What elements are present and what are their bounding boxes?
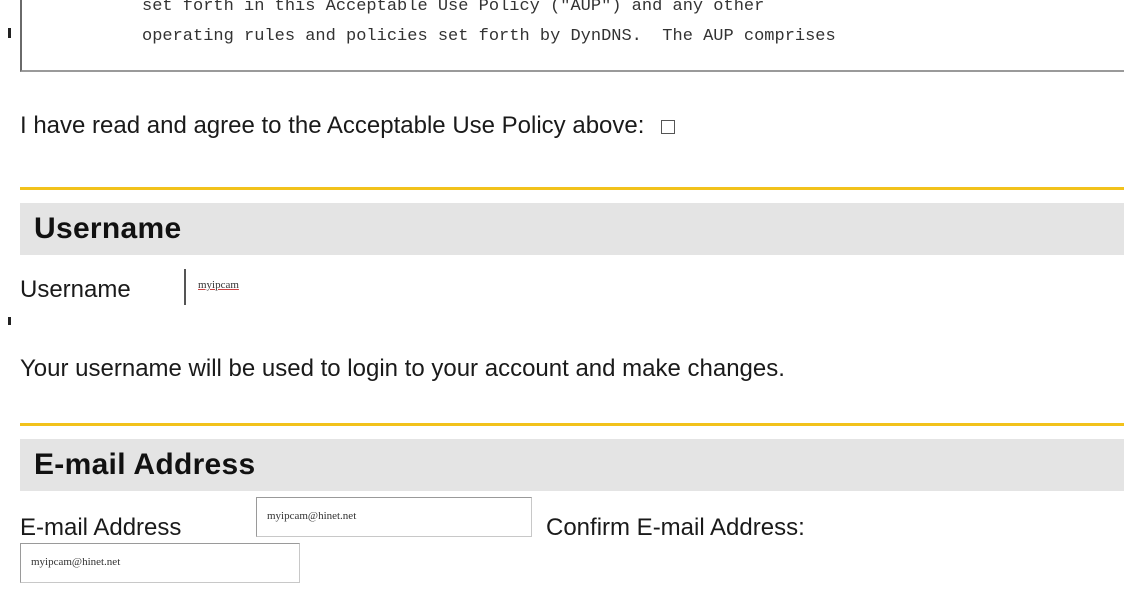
- policy-line-1: set forth in this Acceptable Use Policy …: [142, 0, 765, 16]
- page-edge-mark: [8, 28, 11, 38]
- confirm-email-value: myipcam@hinet.net: [31, 556, 121, 568]
- username-help-text: Your username will be used to login to y…: [20, 355, 785, 382]
- username-input[interactable]: myipcam: [184, 269, 468, 305]
- agree-row: I have read and agree to the Acceptable …: [20, 110, 676, 142]
- email-label: E-mail Address: [20, 514, 182, 541]
- section-divider-username: [20, 187, 1124, 190]
- section-header-username: Username: [20, 203, 1124, 255]
- email-value: myipcam@hinet.net: [267, 510, 357, 522]
- section-header-email: E-mail Address: [20, 439, 1124, 491]
- username-value: myipcam: [198, 279, 239, 291]
- agree-label: I have read and agree to the Acceptable …: [20, 112, 645, 139]
- confirm-email-label: Confirm E-mail Address:: [546, 514, 805, 541]
- username-label: Username: [20, 276, 131, 303]
- page-edge-mark-2: [8, 317, 11, 325]
- policy-text: set forth in this Acceptable Use Policy …: [142, 0, 836, 52]
- agree-checkbox[interactable]: [661, 120, 676, 134]
- confirm-email-input[interactable]: myipcam@hinet.net: [20, 543, 300, 583]
- policy-textarea[interactable]: set forth in this Acceptable Use Policy …: [20, 0, 1124, 72]
- policy-line-2: operating rules and policies set forth b…: [142, 27, 836, 46]
- section-divider-email: [20, 423, 1124, 426]
- email-input[interactable]: myipcam@hinet.net: [256, 497, 532, 537]
